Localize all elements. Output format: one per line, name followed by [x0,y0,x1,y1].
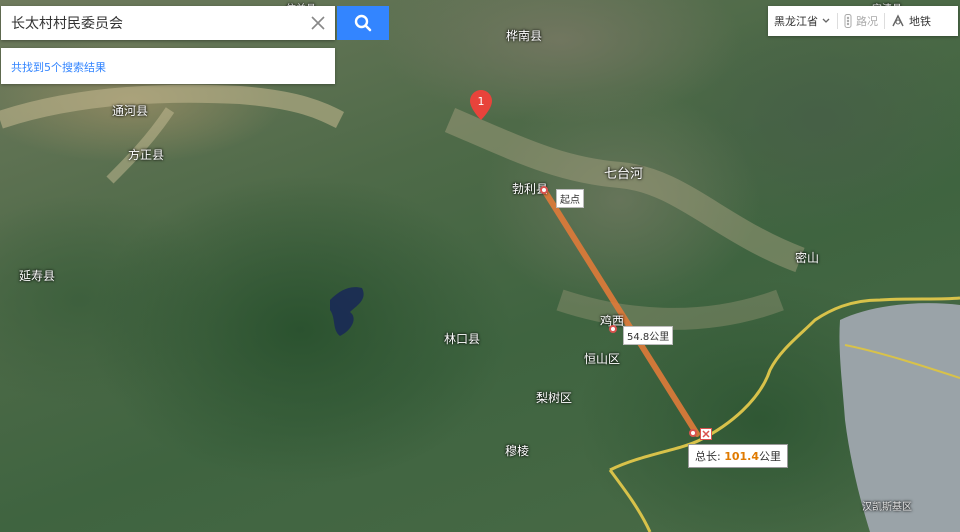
place-label: 汉凯斯基区 [862,502,912,513]
route-total-tag: 总长: 101.4公里 [688,444,789,468]
subway-icon [892,14,904,27]
close-route-icon[interactable] [700,428,712,440]
place-label: 桦南县 [506,29,543,43]
reservoir [330,287,364,336]
subway-label: 地铁 [909,15,931,28]
route-waypoint-dot[interactable] [609,325,617,333]
search-icon [354,14,372,32]
total-unit: 公里 [759,450,782,463]
close-icon [311,16,325,30]
search-box [1,6,335,40]
chevron-down-icon [822,18,830,23]
search-results-panel: 共找到5个搜索结果 [1,48,335,84]
place-label: 方正县 [128,148,165,162]
results-count[interactable]: 共找到5个搜索结果 [11,59,106,75]
traffic-label: 路况 [856,15,878,28]
route-start-tag: 起点 [556,189,584,208]
route-end-dot[interactable] [689,429,697,437]
traffic-toggle[interactable]: 路况 [838,6,884,36]
region-selector[interactable]: 黑龙江省 [768,6,837,36]
place-label: 林口县 [444,332,481,346]
pin-number: 1 [478,95,485,108]
total-prefix: 总长: [695,450,721,463]
clear-search-button[interactable] [301,6,335,40]
place-label: 密山 [795,251,820,265]
total-value: 101.4 [724,450,760,463]
route-mid-distance: 54.8公里 [623,326,674,345]
search-input[interactable] [1,8,301,38]
route-start-dot[interactable] [540,186,548,194]
traffic-light-icon [844,14,852,28]
place-label: 通河县 [112,104,149,118]
place-label: 梨树区 [536,391,573,405]
satellite-map[interactable]: 依兰县 宝清县 桦南县 通河县 方正县 延寿县 勃利县 七台河 密山 鸡西 林口… [0,0,960,532]
map-toolbar: 黑龙江省 路况 地铁 [768,6,958,36]
subway-toggle[interactable]: 地铁 [885,6,937,36]
search-button[interactable] [337,6,389,40]
place-label: 恒山区 [584,352,621,366]
place-label: 穆棱 [505,444,530,458]
map-pin-icon[interactable]: 1 [470,90,492,120]
place-label: 延寿县 [19,269,56,283]
place-label: 七台河 [604,167,644,182]
region-label: 黑龙江省 [774,15,818,28]
